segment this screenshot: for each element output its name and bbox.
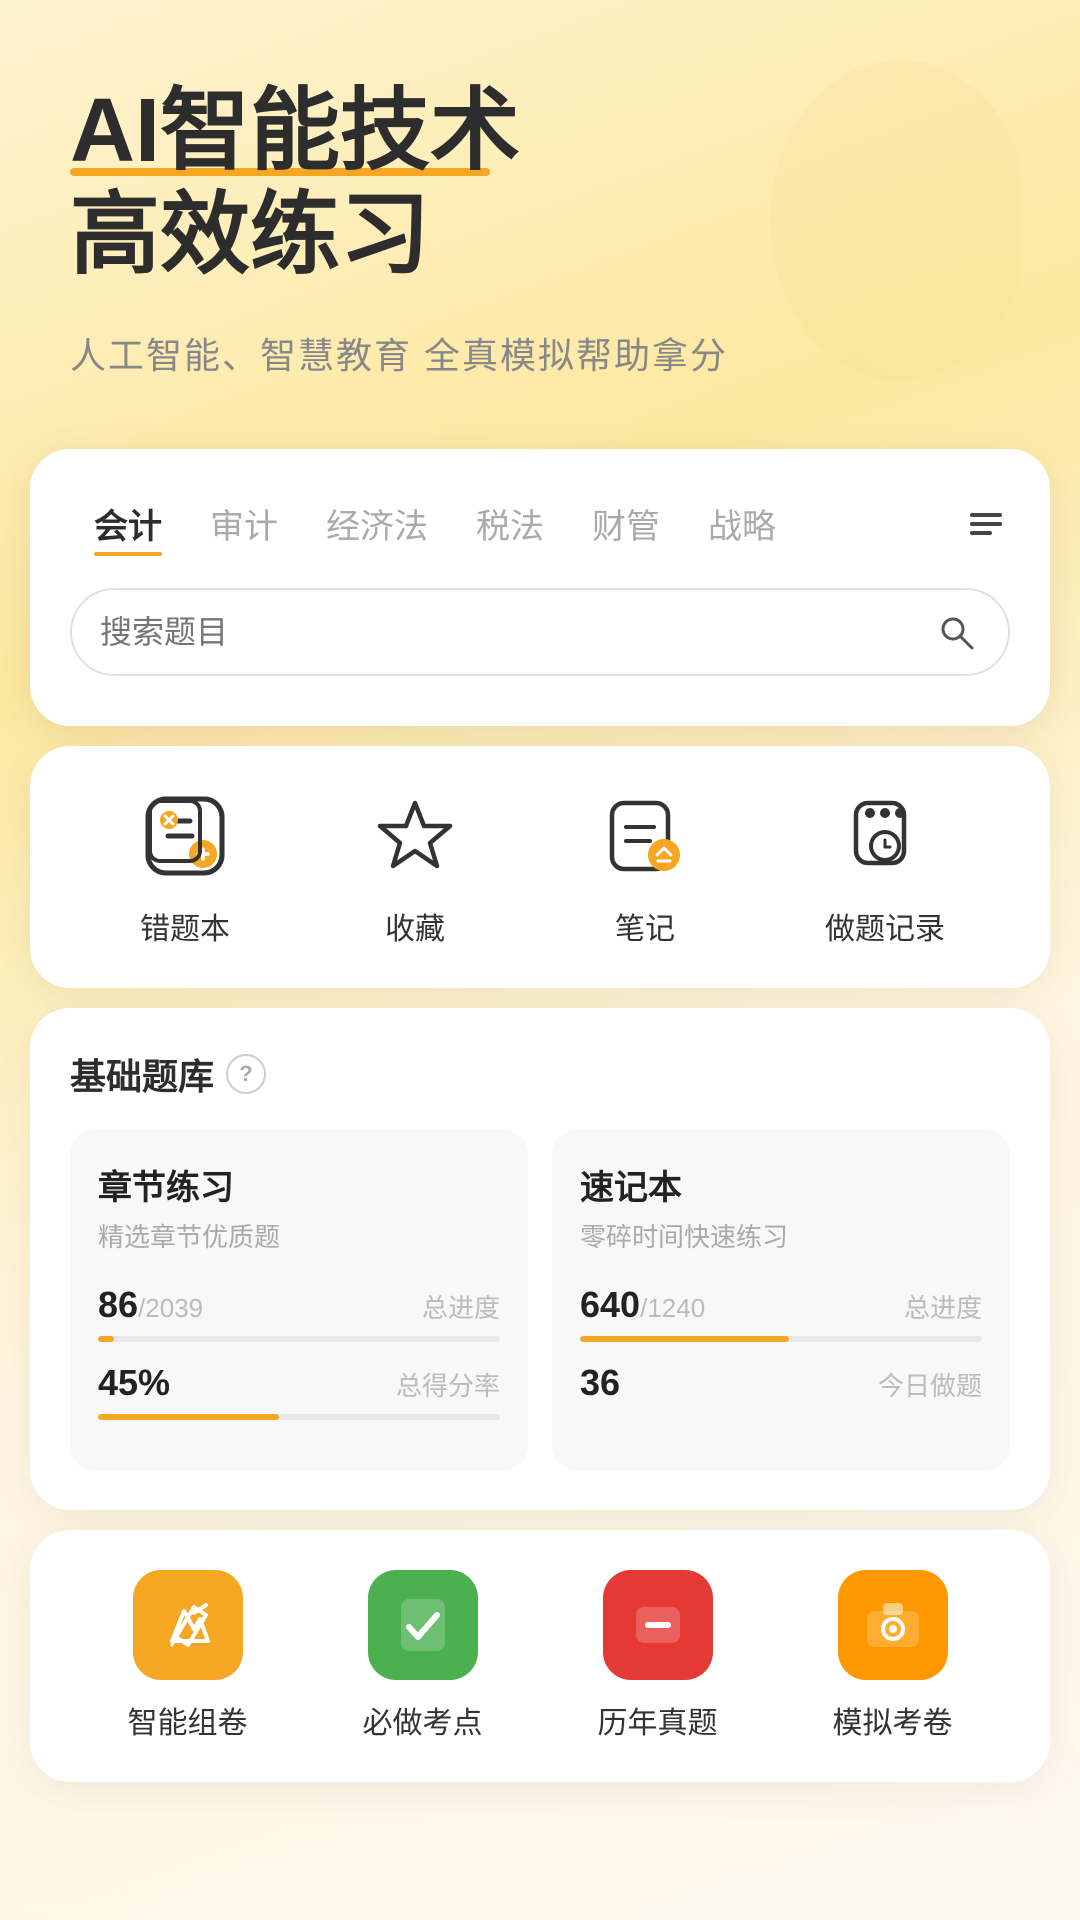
past-exams-label: 历年真题 bbox=[598, 1698, 718, 1742]
mock-exam-label: 模拟考卷 bbox=[833, 1698, 953, 1742]
help-icon[interactable]: ? bbox=[226, 1054, 266, 1094]
quick-notes-title: 速记本 bbox=[580, 1160, 982, 1209]
tab-menu-icon[interactable] bbox=[962, 505, 1010, 543]
search-bar[interactable] bbox=[70, 588, 1010, 676]
must-do-icon bbox=[368, 1570, 478, 1680]
tabs-bar: 会计 审计 经济法 税法 财管 战略 bbox=[70, 489, 1010, 558]
quick-actions-card: 错题本 收藏 笔记 bbox=[30, 746, 1050, 988]
hero-title-line1: AI智能技术 bbox=[70, 80, 1010, 184]
search-input[interactable] bbox=[100, 614, 916, 651]
chapter-progress-bar bbox=[98, 1336, 500, 1342]
tab-finance[interactable]: 财管 bbox=[568, 489, 684, 558]
chapter-score-bar bbox=[98, 1414, 500, 1420]
tab-accounting[interactable]: 会计 bbox=[70, 489, 186, 558]
chapter-stat-label: 总进度 bbox=[422, 1288, 500, 1325]
tool-mock-exam[interactable]: 模拟考卷 bbox=[833, 1570, 953, 1742]
tab-economic-law[interactable]: 经济法 bbox=[302, 489, 452, 558]
chapter-score-main: 45% bbox=[98, 1362, 170, 1404]
action-favorites[interactable]: 收藏 bbox=[365, 786, 465, 948]
chapter-practice-card[interactable]: 章节练习 精选章节优质题 86/2039 总进度 45% 总得分率 bbox=[70, 1130, 528, 1470]
action-wrong-book[interactable]: 错题本 bbox=[135, 786, 235, 948]
section-title: 基础题库 ? bbox=[70, 1048, 1010, 1100]
smart-paper-icon bbox=[133, 1570, 243, 1680]
hero-subtitle: 人工智能、智慧教育 全真模拟帮助拿分 bbox=[70, 327, 1010, 379]
quick-notes-stat-main: 640/1240 bbox=[580, 1284, 705, 1326]
hero-title: AI智能技术 高效练习 bbox=[70, 80, 1010, 287]
wrong-book-icon bbox=[135, 786, 235, 886]
chapter-score-label: 总得分率 bbox=[396, 1366, 500, 1403]
section-title-text: 基础题库 bbox=[70, 1048, 214, 1100]
past-exams-icon bbox=[603, 1570, 713, 1680]
notes-label: 笔记 bbox=[615, 904, 675, 948]
notes-icon bbox=[595, 786, 695, 886]
tool-must-do[interactable]: 必做考点 bbox=[363, 1570, 483, 1742]
tab-strategy[interactable]: 战略 bbox=[684, 489, 800, 558]
hero-section: AI智能技术 高效练习 人工智能、智慧教育 全真模拟帮助拿分 bbox=[0, 0, 1080, 419]
tab-audit[interactable]: 审计 bbox=[186, 489, 302, 558]
favorites-icon bbox=[365, 786, 465, 886]
chapter-progress-fill bbox=[98, 1336, 114, 1342]
chapter-score-fill bbox=[98, 1414, 279, 1420]
tool-past-exams[interactable]: 历年真题 bbox=[598, 1570, 718, 1742]
chapter-stat-main: 86/2039 bbox=[98, 1284, 203, 1326]
tool-smart-paper[interactable]: 智能组卷 bbox=[128, 1570, 248, 1742]
bottom-tools-card: 智能组卷 必做考点 历年真题 bbox=[30, 1530, 1050, 1782]
history-label: 做题记录 bbox=[825, 904, 945, 948]
history-icon bbox=[835, 786, 935, 886]
chapter-practice-title: 章节练习 bbox=[98, 1160, 500, 1209]
hero-title-line2: 高效练习 bbox=[70, 184, 1010, 288]
quick-notes-progress-bar bbox=[580, 1336, 982, 1342]
tab-tax-law[interactable]: 税法 bbox=[452, 489, 568, 558]
quick-notes-today-label: 今日做题 bbox=[878, 1366, 982, 1403]
action-history[interactable]: 做题记录 bbox=[825, 786, 945, 948]
lib-cards-grid: 章节练习 精选章节优质题 86/2039 总进度 45% 总得分率 速记本 零碎… bbox=[70, 1130, 1010, 1470]
favorites-label: 收藏 bbox=[385, 904, 445, 948]
wrong-book-label: 错题本 bbox=[140, 904, 230, 948]
quick-notes-stat-label: 总进度 bbox=[904, 1288, 982, 1325]
mock-exam-icon bbox=[838, 1570, 948, 1680]
quick-notes-card[interactable]: 速记本 零碎时间快速练习 640/1240 总进度 36 今日做题 bbox=[552, 1130, 1010, 1470]
quick-notes-today-main: 36 bbox=[580, 1362, 620, 1404]
chapter-practice-desc: 精选章节优质题 bbox=[98, 1217, 500, 1254]
quick-notes-progress-fill bbox=[580, 1336, 789, 1342]
main-card: 会计 审计 经济法 税法 财管 战略 bbox=[30, 449, 1050, 726]
quick-notes-desc: 零碎时间快速练习 bbox=[580, 1217, 982, 1254]
must-do-label: 必做考点 bbox=[363, 1698, 483, 1742]
search-icon[interactable] bbox=[932, 608, 980, 656]
action-notes[interactable]: 笔记 bbox=[595, 786, 695, 948]
base-library-card: 基础题库 ? 章节练习 精选章节优质题 86/2039 总进度 45% 总得分率 bbox=[30, 1008, 1050, 1510]
smart-paper-label: 智能组卷 bbox=[128, 1698, 248, 1742]
